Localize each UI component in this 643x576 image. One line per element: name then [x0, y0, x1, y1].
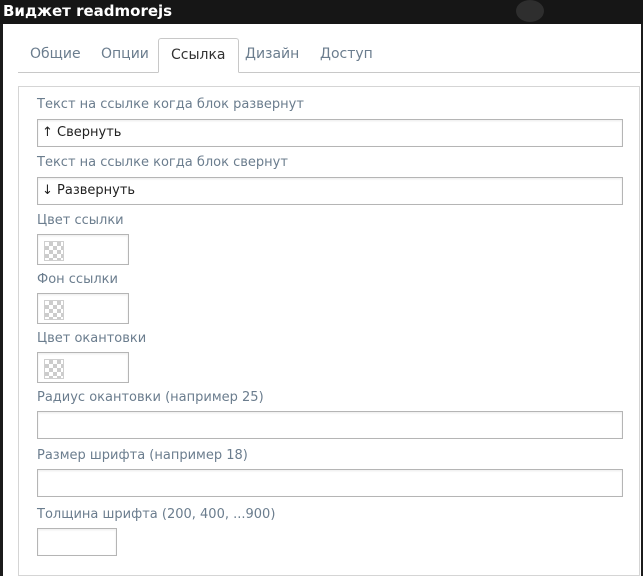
transparent-swatch-icon: [44, 241, 64, 261]
link-color-label: Цвет ссылки: [37, 213, 124, 228]
link-settings-panel: Текст на ссылке когда блок развернут ↑ С…: [18, 86, 640, 576]
collapsed-text-label: Текст на ссылке когда блок свернут: [37, 155, 288, 170]
link-color-picker[interactable]: [37, 234, 129, 265]
tab-options[interactable]: Опции: [89, 38, 161, 71]
avatar: [516, 0, 544, 22]
expanded-text-input[interactable]: ↑ Свернуть: [37, 119, 623, 147]
font-weight-input[interactable]: [37, 528, 117, 556]
border-radius-input[interactable]: [37, 411, 623, 439]
tab-link[interactable]: Ссылка: [158, 38, 239, 73]
tab-access[interactable]: Доступ: [308, 38, 385, 71]
title-bar: Виджет readmorejs: [0, 0, 643, 24]
window-title: Виджет readmorejs: [3, 2, 173, 20]
collapsed-text-input[interactable]: ↓ Развернуть: [37, 177, 623, 205]
widget-settings-dialog: Общие Опции Ссылка Дизайн Доступ Текст н…: [3, 24, 641, 576]
font-size-label: Размер шрифта (например 18): [37, 448, 248, 463]
font-size-input[interactable]: [37, 469, 623, 497]
font-weight-label: Толщина шрифта (200, 400, ...900): [37, 507, 276, 522]
link-bg-label: Фон ссылки: [37, 272, 118, 287]
link-bg-color-picker[interactable]: [37, 293, 129, 324]
transparent-swatch-icon: [44, 359, 64, 379]
expanded-text-label: Текст на ссылке когда блок развернут: [37, 97, 304, 112]
border-color-label: Цвет окантовки: [37, 331, 147, 346]
border-color-picker[interactable]: [37, 352, 129, 383]
background-link-blurred: [178, 4, 182, 17]
tab-general[interactable]: Общие: [18, 38, 93, 71]
tab-divider: [18, 72, 640, 73]
background-user-blurred: [552, 5, 555, 15]
border-radius-label: Радиус окантовки (например 25): [37, 390, 264, 405]
tab-design[interactable]: Дизайн: [233, 38, 311, 71]
transparent-swatch-icon: [44, 300, 64, 320]
